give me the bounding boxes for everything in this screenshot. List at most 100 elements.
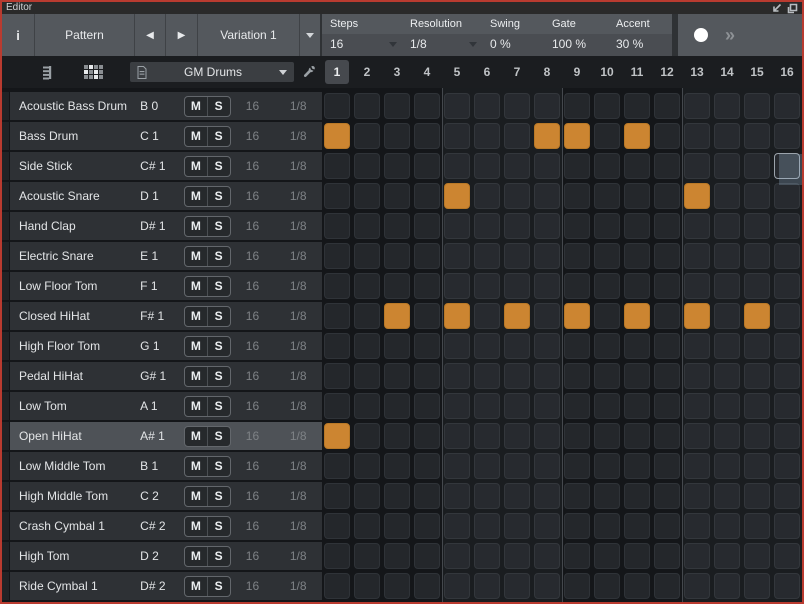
step-number-9[interactable]: 9 (562, 56, 592, 88)
step-cell[interactable] (564, 93, 590, 119)
track-steps-value[interactable]: 16 (231, 249, 275, 263)
track-drag-handle[interactable] (2, 212, 10, 240)
step-cell[interactable] (414, 393, 440, 419)
track-drag-handle[interactable] (2, 542, 10, 570)
step-cell[interactable] (774, 423, 800, 449)
step-cell[interactable] (564, 303, 590, 329)
step-cell[interactable] (354, 213, 380, 239)
track-steps-value[interactable]: 16 (231, 279, 275, 293)
solo-button[interactable]: S (208, 367, 230, 386)
step-cell[interactable] (474, 483, 500, 509)
step-cell[interactable] (564, 453, 590, 479)
step-cell[interactable] (444, 393, 470, 419)
step-cell[interactable] (594, 543, 620, 569)
step-cell[interactable] (684, 543, 710, 569)
step-cell[interactable] (654, 333, 680, 359)
step-cell[interactable] (474, 243, 500, 269)
track-steps-value[interactable]: 16 (231, 489, 275, 503)
step-cell[interactable] (774, 333, 800, 359)
step-cell[interactable] (414, 93, 440, 119)
step-cell[interactable] (384, 303, 410, 329)
step-cell[interactable] (714, 243, 740, 269)
step-cell[interactable] (474, 513, 500, 539)
step-number-3[interactable]: 3 (382, 56, 412, 88)
step-cell[interactable] (714, 213, 740, 239)
param-value-field[interactable]: 16 (322, 34, 402, 56)
step-cell[interactable] (354, 483, 380, 509)
step-cell[interactable] (354, 573, 380, 599)
step-cell[interactable] (474, 393, 500, 419)
step-cell[interactable] (714, 513, 740, 539)
step-cell[interactable] (594, 513, 620, 539)
step-cell[interactable] (384, 483, 410, 509)
solo-button[interactable]: S (208, 457, 230, 476)
track-row[interactable]: Acoustic Bass DrumB 0MS161/8 (2, 92, 322, 120)
step-cell[interactable] (384, 213, 410, 239)
variation-select[interactable]: Variation 1 (198, 14, 300, 56)
track-resolution-value[interactable]: 1/8 (274, 429, 322, 443)
step-cell[interactable] (504, 93, 530, 119)
step-cell[interactable] (414, 273, 440, 299)
mute-button[interactable]: M (185, 427, 208, 446)
step-cell[interactable] (774, 123, 800, 149)
step-cell[interactable] (444, 543, 470, 569)
step-cell[interactable] (624, 213, 650, 239)
step-cell[interactable] (354, 243, 380, 269)
step-cell[interactable] (684, 453, 710, 479)
step-cell[interactable] (684, 213, 710, 239)
step-cell[interactable] (684, 243, 710, 269)
preset-select[interactable]: GM Drums (130, 62, 294, 82)
track-row[interactable]: Side StickC# 1MS161/8 (2, 152, 322, 180)
step-cell[interactable] (594, 183, 620, 209)
step-cell[interactable] (714, 93, 740, 119)
step-cell[interactable] (354, 393, 380, 419)
step-cell[interactable] (594, 333, 620, 359)
step-cell[interactable] (414, 483, 440, 509)
track-resolution-value[interactable]: 1/8 (274, 459, 322, 473)
step-cell[interactable] (354, 303, 380, 329)
step-cell[interactable] (324, 183, 350, 209)
mute-button[interactable]: M (185, 397, 208, 416)
track-row[interactable]: Open HiHatA# 1MS161/8 (2, 422, 322, 450)
track-drag-handle[interactable] (2, 392, 10, 420)
track-row[interactable]: Hand ClapD# 1MS161/8 (2, 212, 322, 240)
step-cell[interactable] (714, 393, 740, 419)
track-resolution-value[interactable]: 1/8 (274, 579, 322, 593)
step-cell[interactable] (744, 93, 770, 119)
step-number-14[interactable]: 14 (712, 56, 742, 88)
step-cell[interactable] (324, 423, 350, 449)
track-drag-handle[interactable] (2, 302, 10, 330)
step-cell[interactable] (504, 273, 530, 299)
step-number-13[interactable]: 13 (682, 56, 712, 88)
step-number-8[interactable]: 8 (532, 56, 562, 88)
step-cell[interactable] (564, 243, 590, 269)
step-cell[interactable] (714, 363, 740, 389)
track-drag-handle[interactable] (2, 482, 10, 510)
track-row[interactable]: Closed HiHatF# 1MS161/8 (2, 302, 322, 330)
step-cell[interactable] (714, 423, 740, 449)
step-cell[interactable] (594, 303, 620, 329)
step-cell[interactable] (684, 363, 710, 389)
step-cell[interactable] (504, 183, 530, 209)
step-cell[interactable] (534, 333, 560, 359)
step-cell[interactable] (474, 303, 500, 329)
step-cell[interactable] (534, 303, 560, 329)
step-cell[interactable] (354, 183, 380, 209)
track-row[interactable]: Pedal HiHatG# 1MS161/8 (2, 362, 322, 390)
step-cell[interactable] (594, 273, 620, 299)
solo-button[interactable]: S (208, 487, 230, 506)
track-steps-value[interactable]: 16 (231, 339, 275, 353)
step-cell[interactable] (624, 453, 650, 479)
step-cell[interactable] (594, 153, 620, 179)
solo-button[interactable]: S (208, 217, 230, 236)
solo-button[interactable]: S (208, 397, 230, 416)
step-cell[interactable] (384, 513, 410, 539)
step-cell[interactable] (504, 573, 530, 599)
step-cell[interactable] (744, 543, 770, 569)
track-resolution-value[interactable]: 1/8 (274, 219, 322, 233)
step-cell[interactable] (564, 153, 590, 179)
step-cell[interactable] (684, 153, 710, 179)
mute-button[interactable]: M (185, 217, 208, 236)
step-cell[interactable] (714, 573, 740, 599)
track-drag-handle[interactable] (2, 332, 10, 360)
